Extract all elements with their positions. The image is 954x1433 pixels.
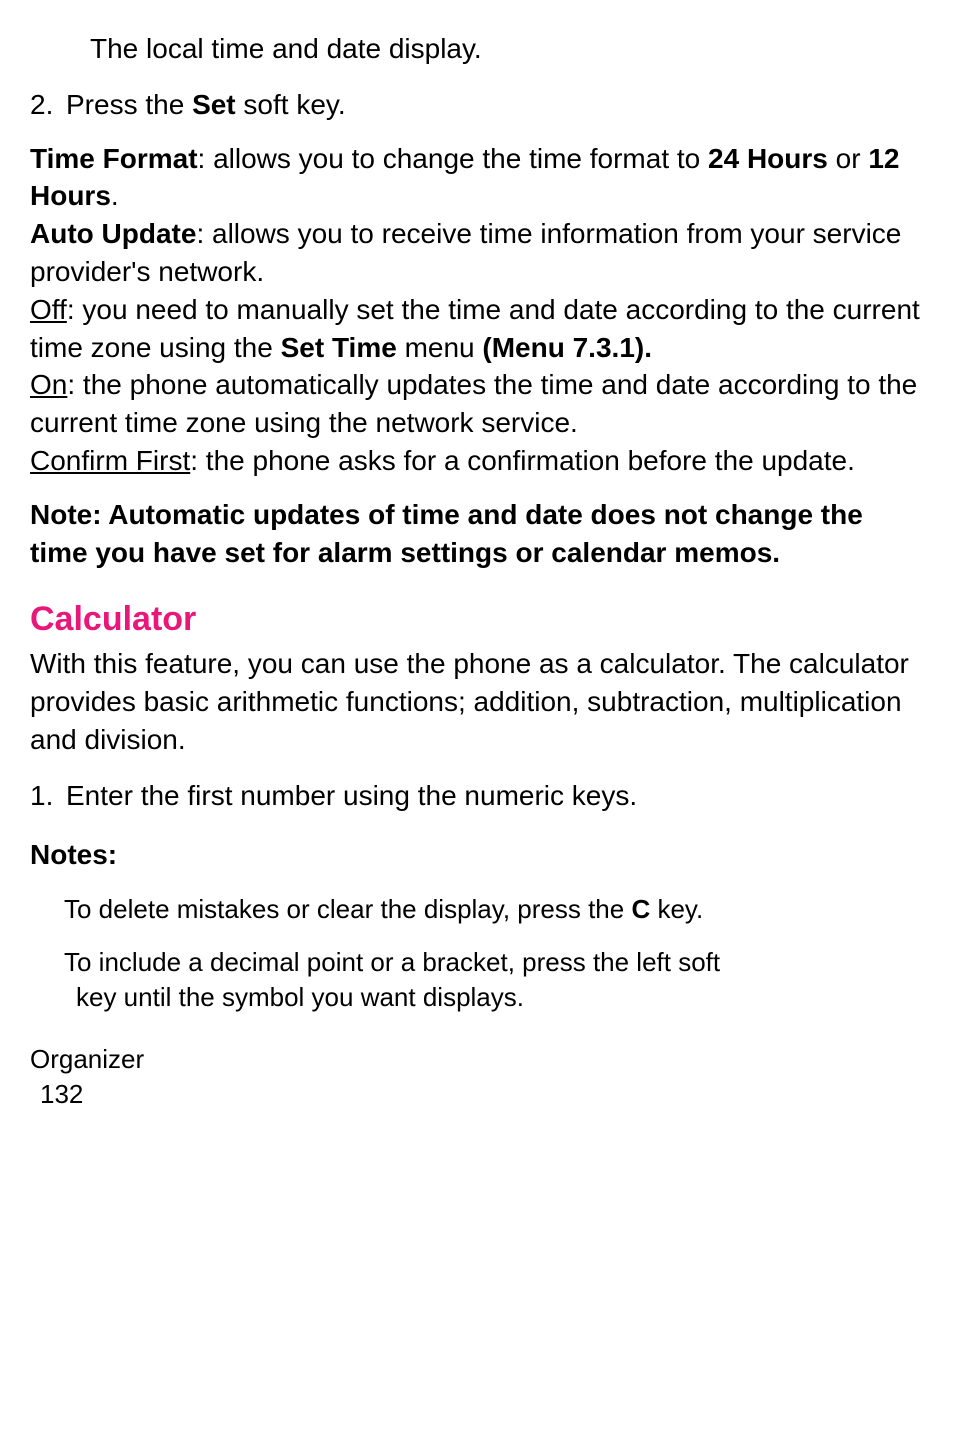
time-format-text1: : allows you to change the time format t… xyxy=(198,143,708,174)
time-format-paragraph: Time Format: allows you to change the ti… xyxy=(30,140,924,216)
page-number: 132 xyxy=(40,1077,924,1112)
calc-step-text: Enter the first number using the numeric… xyxy=(66,777,924,815)
note-block: Note: Automatic updates of time and date… xyxy=(30,496,924,572)
note-item-2-line2: key until the symbol you want displays. xyxy=(76,980,924,1015)
auto-update-label: Auto Update xyxy=(30,218,196,249)
notes-heading: Notes: xyxy=(30,836,924,874)
step-2: 2. Press the Set soft key. xyxy=(30,86,924,124)
note1-prefix: To delete mistakes or clear the display,… xyxy=(64,894,631,924)
hours-24: 24 Hours xyxy=(708,143,828,174)
set-time-label: Set Time xyxy=(281,332,397,363)
confirm-text: : the phone asks for a confirmation befo… xyxy=(190,445,855,476)
note-item-2-line1: To include a decimal point or a bracket,… xyxy=(64,945,924,980)
confirm-first-label: Confirm First xyxy=(30,445,190,476)
menu-ref: (Menu 7.3.1). xyxy=(482,332,652,363)
note1-suffix: key. xyxy=(650,894,703,924)
step2-prefix: Press the xyxy=(66,89,192,120)
step-number: 2. xyxy=(30,86,66,124)
off-paragraph: Off: you need to manually set the time a… xyxy=(30,291,924,367)
on-label: On xyxy=(30,369,67,400)
time-format-label: Time Format xyxy=(30,143,198,174)
auto-update-paragraph: Auto Update: allows you to receive time … xyxy=(30,215,924,291)
time-format-period: . xyxy=(111,180,119,211)
footer-section-label: Organizer xyxy=(30,1042,924,1077)
on-paragraph: On: the phone automatically updates the … xyxy=(30,366,924,442)
step2-suffix: soft key. xyxy=(236,89,346,120)
confirm-paragraph: Confirm First: the phone asks for a conf… xyxy=(30,442,924,480)
calc-step-1: 1. Enter the first number using the nume… xyxy=(30,777,924,815)
off-label: Off xyxy=(30,294,67,325)
time-format-or: or xyxy=(828,143,868,174)
intro-line: The local time and date display. xyxy=(90,30,924,68)
set-label: Set xyxy=(192,89,236,120)
calc-step-number: 1. xyxy=(30,777,66,815)
calculator-description: With this feature, you can use the phone… xyxy=(30,645,924,758)
calculator-heading: Calculator xyxy=(30,597,924,643)
note-item-1: To delete mistakes or clear the display,… xyxy=(64,892,924,927)
c-key-label: C xyxy=(631,894,650,924)
step-text: Press the Set soft key. xyxy=(66,86,924,124)
off-text2: menu xyxy=(397,332,483,363)
on-text: : the phone automatically updates the ti… xyxy=(30,369,917,438)
